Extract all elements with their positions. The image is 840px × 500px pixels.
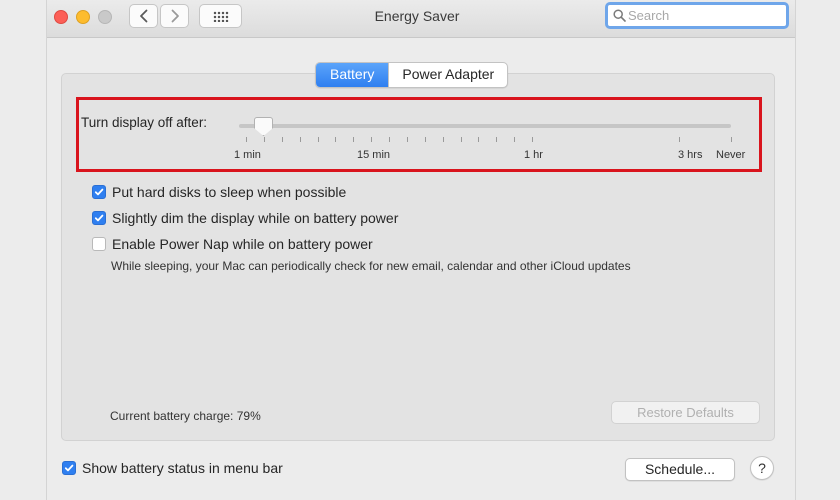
slider-tick (461, 137, 462, 142)
tab-battery[interactable]: Battery (316, 63, 389, 87)
forward-button[interactable] (160, 4, 189, 28)
slider-tick (389, 137, 390, 142)
slider-tick (246, 137, 247, 142)
option-power-nap[interactable]: Enable Power Nap while on battery power (92, 236, 373, 252)
display-sleep-slider-track[interactable] (239, 124, 731, 128)
grid-icon (213, 11, 229, 22)
tick-label-15-min: 15 min (357, 149, 391, 161)
slider-tick (514, 137, 515, 142)
option-label: Enable Power Nap while on battery power (112, 236, 373, 252)
option-label: Put hard disks to sleep when possible (112, 184, 347, 200)
schedule-button[interactable]: Schedule... (625, 458, 735, 481)
search-input[interactable] (628, 7, 778, 24)
tick-label-1-min: 1 min (234, 149, 261, 161)
option-label: Slightly dim the display while on batter… (112, 210, 399, 226)
chevron-right-icon (171, 9, 179, 23)
chevron-left-icon (139, 9, 147, 23)
tab-power-adapter[interactable]: Power Adapter (388, 63, 507, 87)
option-dim-display[interactable]: Slightly dim the display while on batter… (92, 210, 398, 226)
energy-saver-window: Energy Saver Battery Power Adapter Turn … (46, 0, 796, 500)
slider-tick (371, 137, 372, 142)
window-title: Energy Saver (374, 8, 460, 24)
slider-tick (496, 137, 497, 142)
slider-tick (407, 137, 408, 142)
slider-tick (478, 137, 479, 142)
slider-tick (318, 137, 319, 142)
slider-tick (300, 137, 301, 142)
slider-tick (679, 137, 680, 142)
restore-defaults-button[interactable]: Restore Defaults (611, 401, 760, 424)
slider-tick (335, 137, 336, 142)
tick-label-1-hr: 1 hr (524, 149, 543, 161)
search-field[interactable] (605, 2, 789, 29)
slider-tick (353, 137, 354, 142)
slider-tick (443, 137, 444, 142)
battery-charge-status: Current battery charge: 79% (110, 409, 261, 423)
minimize-window-button[interactable] (76, 10, 90, 24)
power-nap-checkbox[interactable] (92, 237, 106, 251)
search-icon (613, 9, 626, 22)
highlight-box (76, 97, 762, 172)
back-button[interactable] (129, 4, 158, 28)
option-menu-bar-status[interactable]: Show battery status in menu bar (62, 460, 283, 476)
option-hard-disk-sleep[interactable]: Put hard disks to sleep when possible (92, 184, 346, 200)
checkmark-icon (94, 214, 104, 222)
power-nap-description: While sleeping, your Mac can periodicall… (111, 259, 631, 273)
tick-label-never: Never (716, 149, 746, 161)
option-label: Show battery status in menu bar (82, 460, 283, 476)
checkmark-icon (64, 464, 74, 472)
display-sleep-label: Turn display off after: (81, 115, 208, 130)
help-button[interactable]: ? (750, 456, 774, 480)
hard-disk-sleep-checkbox[interactable] (92, 185, 106, 199)
dim-display-checkbox[interactable] (92, 211, 106, 225)
menu-bar-status-checkbox[interactable] (62, 461, 76, 475)
checkmark-icon (94, 188, 104, 196)
show-all-button[interactable] (199, 4, 242, 28)
slider-tick (532, 137, 533, 142)
slider-tick (282, 137, 283, 142)
zoom-window-button[interactable] (98, 10, 112, 24)
slider-tick (425, 137, 426, 142)
tick-label-3-hrs: 3 hrs (678, 149, 703, 161)
tab-bar: Battery Power Adapter (315, 62, 509, 88)
title-bar: Energy Saver (47, 0, 795, 38)
slider-tick (264, 137, 265, 142)
slider-tick (731, 137, 732, 142)
close-window-button[interactable] (54, 10, 68, 24)
